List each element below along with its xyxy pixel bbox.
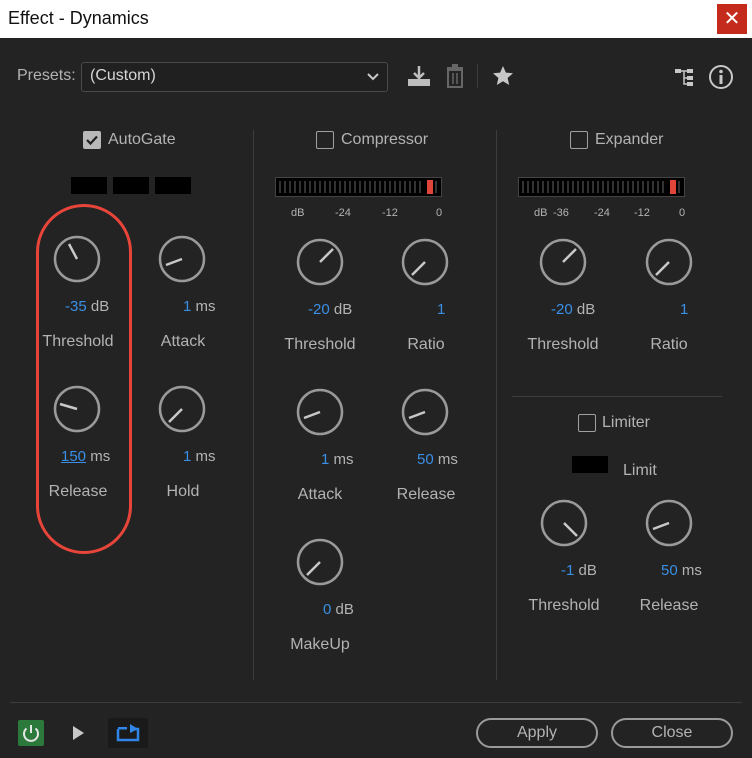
compressor-attack-value[interactable]: 1 ms (321, 451, 354, 468)
compressor-makeup-value[interactable]: 0 dB (323, 601, 354, 618)
expander-tick-36: -36 (553, 207, 569, 219)
apply-button[interactable]: Apply (476, 718, 598, 748)
limiter-release-value[interactable]: 50 ms (661, 562, 702, 579)
presets-dropdown[interactable]: (Custom) (81, 62, 388, 92)
expander-ratio-knob[interactable] (645, 238, 693, 286)
limiter-label: Limiter (602, 414, 651, 431)
compressor-release-value[interactable]: 50 ms (417, 451, 458, 468)
expander-threshold-knob[interactable] (539, 238, 587, 286)
loop-playback-button[interactable] (108, 718, 148, 748)
favorite-star-icon[interactable] (491, 64, 515, 88)
compressor-makeup-label: MakeUp (290, 636, 350, 653)
expander-level-meter (518, 177, 685, 197)
expander-checkbox[interactable] (570, 131, 588, 149)
expander-ratio-label: Ratio (650, 336, 688, 353)
expander-tick-db: dB (534, 207, 548, 219)
compressor-level-meter (275, 177, 442, 197)
expander-tick-0: 0 (679, 207, 686, 219)
expander-ratio-value[interactable]: 1 (680, 301, 688, 318)
expander-limiter-divider (512, 396, 722, 397)
close-button[interactable]: Close (611, 718, 733, 748)
compressor-tick-0: 0 (436, 207, 443, 219)
expander-threshold-label: Threshold (527, 336, 599, 353)
chevron-down-icon (367, 73, 379, 81)
compressor-tick-12: -12 (382, 207, 398, 219)
expander-tick-12: -12 (634, 207, 650, 219)
limiter-checkbox[interactable] (578, 414, 596, 432)
autogate-indicator-3 (155, 177, 191, 194)
autogate-attack-label: Attack (160, 333, 206, 350)
toolbar-divider (477, 64, 478, 88)
autogate-label: AutoGate (108, 131, 176, 148)
compressor-checkbox[interactable] (316, 131, 334, 149)
compressor-ratio-label: Ratio (407, 336, 445, 353)
limiter-threshold-label: Threshold (528, 597, 600, 614)
title-bar: Effect - Dynamics ✕ (0, 0, 752, 38)
save-preset-icon[interactable] (406, 64, 432, 88)
power-icon (23, 725, 39, 742)
compressor-release-knob[interactable] (401, 388, 449, 436)
compressor-threshold-value[interactable]: -20 dB (308, 301, 352, 318)
compressor-attack-knob[interactable] (296, 388, 344, 436)
column-divider-2 (496, 130, 497, 680)
footer-divider (10, 702, 742, 703)
checkmark-icon (86, 135, 98, 146)
autogate-hold-label: Hold (166, 483, 200, 500)
presets-label: Presets: (17, 67, 76, 84)
autogate-checkbox[interactable] (83, 131, 101, 149)
expander-meter-graphic (522, 180, 680, 194)
compressor-tick-24: -24 (335, 207, 351, 219)
expander-label: Expander (595, 131, 664, 148)
limiter-indicator (572, 456, 608, 473)
window-title: Effect - Dynamics (8, 8, 149, 28)
power-toggle-button[interactable] (18, 720, 44, 746)
limiter-threshold-knob[interactable] (540, 499, 588, 547)
annotation-highlight-oval (36, 204, 132, 554)
compressor-threshold-label: Threshold (284, 336, 356, 353)
column-divider-1 (253, 130, 254, 680)
loop-icon (116, 724, 140, 742)
compressor-tick-db: dB (291, 207, 305, 219)
compressor-meter-graphic (279, 180, 437, 194)
compressor-ratio-value[interactable]: 1 (437, 301, 445, 318)
info-icon[interactable] (708, 64, 734, 90)
compressor-makeup-knob[interactable] (296, 538, 344, 586)
compressor-attack-label: Attack (297, 486, 343, 503)
compressor-label: Compressor (341, 131, 429, 148)
limiter-threshold-value[interactable]: -1 dB (561, 562, 597, 579)
compressor-ratio-knob[interactable] (401, 238, 449, 286)
expander-threshold-value[interactable]: -20 dB (551, 301, 595, 318)
autogate-indicator-2 (113, 177, 149, 194)
limiter-release-label: Release (639, 597, 699, 614)
presets-value: (Custom) (90, 67, 156, 84)
autogate-indicator-1 (71, 177, 107, 194)
autogate-attack-knob[interactable] (158, 235, 206, 283)
close-window-button[interactable]: ✕ (717, 4, 747, 34)
compressor-threshold-knob[interactable] (296, 238, 344, 286)
autogate-hold-knob[interactable] (158, 385, 206, 433)
expander-tick-24: -24 (594, 207, 610, 219)
delete-preset-icon[interactable] (444, 63, 466, 89)
routing-icon[interactable] (673, 66, 697, 88)
compressor-release-label: Release (396, 486, 456, 503)
play-icon[interactable] (69, 724, 87, 742)
autogate-hold-value[interactable]: 1 ms (183, 448, 216, 465)
limiter-release-knob[interactable] (645, 499, 693, 547)
limiter-limit-label: Limit (623, 462, 657, 479)
autogate-attack-value[interactable]: 1 ms (183, 298, 216, 315)
